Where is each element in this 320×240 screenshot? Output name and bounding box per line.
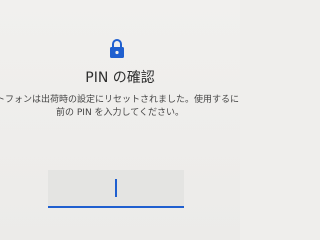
reset-message: トフォンは出荷時の設定にリセットされました。使用するに 前の PIN を入力して… bbox=[0, 94, 240, 120]
lock-icon bbox=[110, 39, 124, 58]
text-cursor bbox=[115, 179, 117, 197]
pin-confirm-screen: PIN の確認 トフォンは出荷時の設定にリセットされました。使用するに 前の P… bbox=[0, 0, 240, 240]
pin-input[interactable] bbox=[48, 170, 184, 208]
message-line-2: 前の PIN を入力してください。 bbox=[56, 108, 184, 118]
message-line-1: トフォンは出荷時の設定にリセットされました。使用するに bbox=[0, 95, 240, 105]
page-title: PIN の確認 bbox=[85, 70, 155, 86]
